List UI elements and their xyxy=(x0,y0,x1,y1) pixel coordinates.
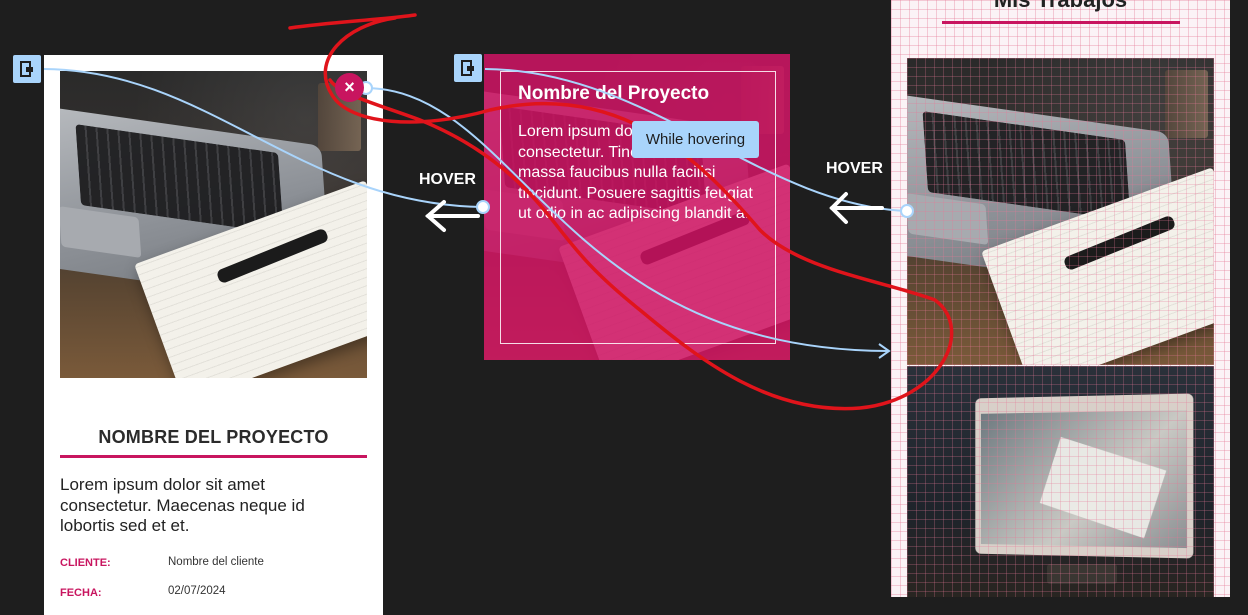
connector-node[interactable] xyxy=(476,200,490,214)
hover-trigger-label: HOVER xyxy=(826,160,883,177)
connector-line xyxy=(365,87,889,352)
hover-trigger-label: HOVER xyxy=(419,171,476,188)
close-icon[interactable]: × xyxy=(335,73,364,102)
prototype-connections xyxy=(43,13,954,411)
while-hovering-tooltip[interactable]: While hovering xyxy=(632,121,759,158)
frame-link-icon[interactable] xyxy=(13,55,41,83)
connector-line xyxy=(43,68,484,208)
connector-node[interactable] xyxy=(900,204,914,218)
arrow-left-icon xyxy=(829,192,884,224)
frame-link-icon[interactable] xyxy=(454,54,482,82)
